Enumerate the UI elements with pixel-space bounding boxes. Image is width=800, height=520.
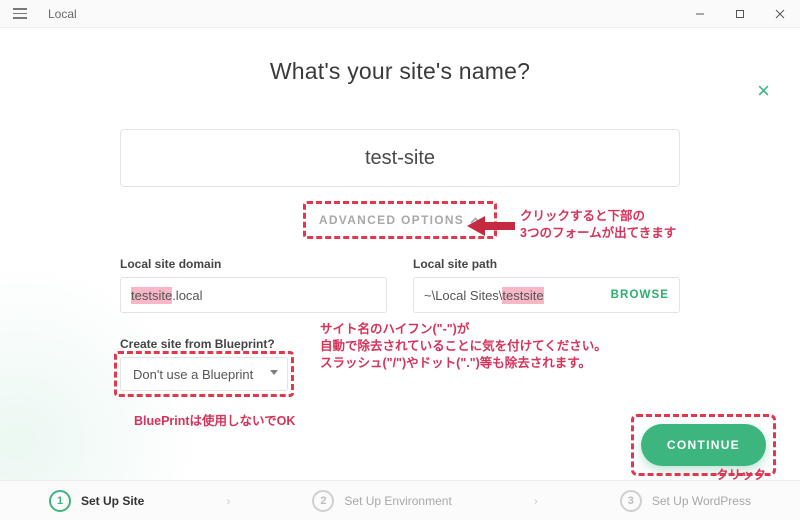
step-separator-icon: › [226, 494, 230, 508]
step-number: 1 [49, 490, 71, 512]
setup-steps-footer: 1 Set Up Site › 2 Set Up Environment › 3… [0, 480, 800, 520]
minimize-button[interactable] [680, 0, 720, 28]
step-2: 2 Set Up Environment [312, 490, 451, 512]
step-separator-icon: › [534, 494, 538, 508]
continue-button[interactable]: CONTINUE [641, 424, 766, 466]
step-number: 2 [312, 490, 334, 512]
chevron-up-icon [470, 214, 481, 228]
page-title: What's your site's name? [120, 58, 680, 85]
advanced-options-toggle[interactable]: ADVANCED OPTIONS [307, 207, 493, 233]
local-path-label: Local site path [413, 257, 680, 271]
maximize-button[interactable] [720, 0, 760, 28]
step-1: 1 Set Up Site [49, 490, 144, 512]
step-label: Set Up WordPress [652, 494, 751, 508]
advanced-options-label: ADVANCED OPTIONS [319, 213, 464, 227]
step-label: Set Up Environment [344, 494, 451, 508]
site-name-input[interactable] [120, 129, 680, 187]
modal-close-icon[interactable]: × [757, 78, 770, 104]
chevron-down-icon [270, 370, 278, 375]
local-domain-field-group: Local site domain testsite.local [120, 257, 387, 313]
step-number: 3 [620, 490, 642, 512]
blueprint-label: Create site from Blueprint? [120, 337, 680, 351]
titlebar: Local [0, 0, 800, 28]
local-domain-label: Local site domain [120, 257, 387, 271]
local-path-field-group: Local site path ~\Local Sites\testsite B… [413, 257, 680, 313]
hamburger-menu-icon[interactable] [0, 0, 40, 27]
step-label: Set Up Site [81, 494, 144, 508]
step-3: 3 Set Up WordPress [620, 490, 751, 512]
page-body: × What's your site's name? ADVANCED OPTI… [0, 28, 800, 480]
annotation-blueprint: BluePrintは使用しないでOK [134, 413, 295, 430]
local-path-input[interactable]: ~\Local Sites\testsite BROWSE [413, 277, 680, 313]
blueprint-selected-value: Don't use a Blueprint [133, 367, 253, 382]
continue-button-wrap: CONTINUE [641, 424, 766, 466]
local-domain-input[interactable]: testsite.local [120, 277, 387, 313]
window-controls [680, 0, 800, 28]
browse-button[interactable]: BROWSE [611, 289, 669, 301]
blueprint-select[interactable]: Don't use a Blueprint [120, 357, 288, 391]
close-window-button[interactable] [760, 0, 800, 28]
blueprint-field-group: Create site from Blueprint? Don't use a … [120, 337, 680, 391]
advanced-fields: Local site domain testsite.local Local s… [120, 257, 680, 313]
app-title: Local [48, 7, 77, 21]
